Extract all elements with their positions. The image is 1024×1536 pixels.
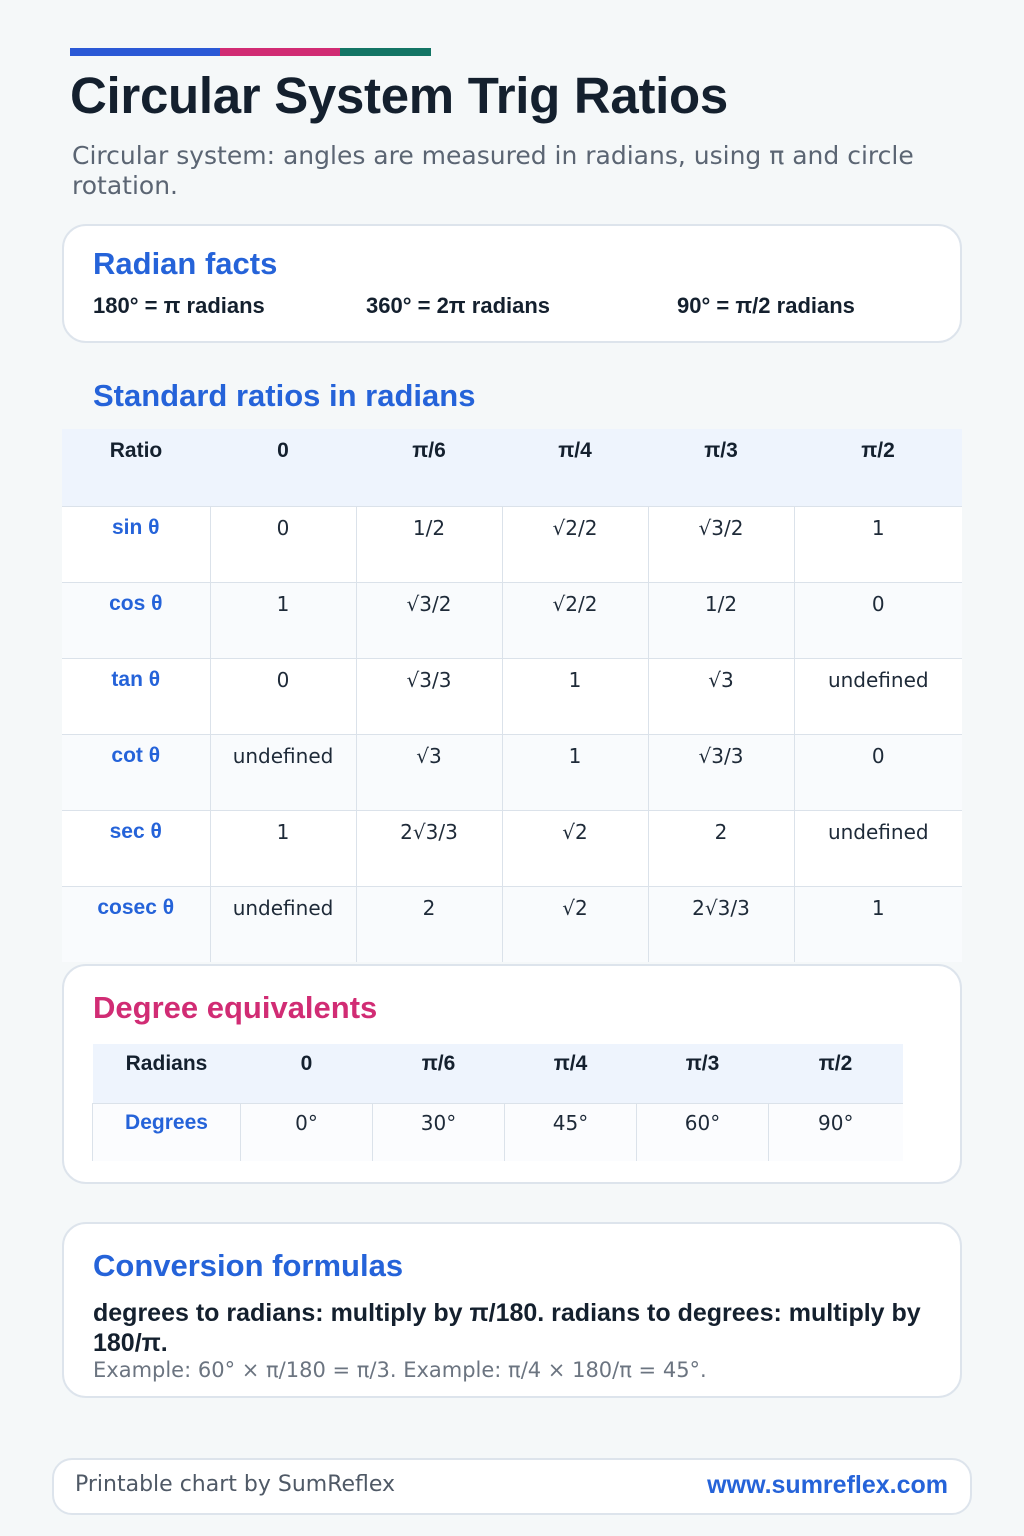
table-cell: 45° bbox=[504, 1102, 637, 1161]
table-cell: 2 bbox=[355, 885, 502, 962]
table-row: tan θ 0 √3/3 1 √3 undefined bbox=[62, 657, 962, 734]
footer: Printable chart by SumReflex www.sumrefl… bbox=[52, 1458, 972, 1515]
column-header: π/6 bbox=[372, 1044, 505, 1103]
standard-ratios-heading: Standard ratios in radians bbox=[93, 378, 476, 413]
conversion-formulas-card: Conversion formulas degrees to radians: … bbox=[62, 1222, 962, 1398]
table-cell: 0 bbox=[793, 581, 962, 658]
column-header: 0 bbox=[210, 429, 356, 506]
table-cell: √2 bbox=[501, 809, 648, 886]
column-header: π/3 bbox=[648, 429, 794, 506]
row-label: cos θ bbox=[62, 581, 210, 658]
fact-item: 180° = π radians bbox=[93, 293, 265, 318]
table-row: Degrees 0° 30° 45° 60° 90° bbox=[92, 1102, 903, 1161]
table-cell: √3 bbox=[355, 733, 502, 810]
table-cell: 1 bbox=[501, 657, 648, 734]
column-header: 0 bbox=[240, 1044, 373, 1103]
ratios-table: Ratio 0 π/6 π/4 π/3 π/2 sin θ 0 1/2 √2/2… bbox=[62, 429, 962, 962]
conversion-formulas-heading: Conversion formulas bbox=[93, 1248, 404, 1283]
table-cell: 2 bbox=[647, 809, 794, 886]
table-cell: 0 bbox=[209, 505, 356, 582]
table-cell: √3/2 bbox=[355, 581, 502, 658]
radian-facts-heading: Radian facts bbox=[93, 246, 278, 281]
table-cell: 0° bbox=[240, 1102, 373, 1161]
table-cell: undefined bbox=[209, 885, 356, 962]
fact-item: 90° = π/2 radians bbox=[677, 293, 855, 318]
column-header: π/2 bbox=[768, 1044, 903, 1103]
table-cell: √2/2 bbox=[501, 505, 648, 582]
accent-bar-blue bbox=[70, 48, 220, 56]
table-row: sin θ 0 1/2 √2/2 √3/2 1 bbox=[62, 505, 962, 582]
table-row: cos θ 1 √3/2 √2/2 1/2 0 bbox=[62, 581, 962, 658]
table-cell: 1 bbox=[501, 733, 648, 810]
table-cell: 0 bbox=[793, 733, 962, 810]
table-cell: 30° bbox=[372, 1102, 505, 1161]
table-cell: undefined bbox=[209, 733, 356, 810]
table-cell: 1/2 bbox=[647, 581, 794, 658]
table-cell: 1 bbox=[793, 885, 962, 962]
table-cell: √2 bbox=[501, 885, 648, 962]
table-cell: 2√3/3 bbox=[355, 809, 502, 886]
table-cell: √3/3 bbox=[647, 733, 794, 810]
table-cell: undefined bbox=[793, 657, 962, 734]
table-header-row: Ratio 0 π/6 π/4 π/3 π/2 bbox=[62, 429, 962, 506]
accent-bar-pink bbox=[220, 48, 340, 56]
table-cell: undefined bbox=[793, 809, 962, 886]
column-header: π/6 bbox=[356, 429, 502, 506]
degree-equivalents-heading: Degree equivalents bbox=[93, 990, 378, 1025]
table-cell: 60° bbox=[636, 1102, 769, 1161]
row-label: cosec θ bbox=[62, 885, 210, 962]
conversion-example: Example: 60° × π/180 = π/3. Example: π/4… bbox=[93, 1358, 707, 1382]
column-header: π/3 bbox=[636, 1044, 769, 1103]
row-label: sec θ bbox=[62, 809, 210, 886]
conversion-text: degrees to radians: multiply by π/180. r… bbox=[93, 1299, 921, 1357]
accent-bars bbox=[70, 48, 431, 56]
row-label: sin θ bbox=[62, 505, 210, 582]
degrees-table: Radians 0 π/6 π/4 π/3 π/2 Degrees 0° 30°… bbox=[92, 1044, 903, 1161]
table-cell: 1 bbox=[209, 581, 356, 658]
column-header: π/2 bbox=[794, 429, 962, 506]
table-row: sec θ 1 2√3/3 √2 2 undefined bbox=[62, 809, 962, 886]
table-cell: √3/2 bbox=[647, 505, 794, 582]
row-label: Degrees bbox=[92, 1102, 241, 1161]
table-cell: 90° bbox=[768, 1102, 903, 1161]
column-header: Radians bbox=[92, 1044, 241, 1103]
footer-link[interactable]: www.sumreflex.com bbox=[707, 1471, 948, 1500]
table-cell: √3 bbox=[647, 657, 794, 734]
row-label: tan θ bbox=[62, 657, 210, 734]
table-cell: 1 bbox=[793, 505, 962, 582]
table-row: cosec θ undefined 2 √2 2√3/3 1 bbox=[62, 885, 962, 962]
table-cell: 1 bbox=[209, 809, 356, 886]
page-subtitle: Circular system: angles are measured in … bbox=[72, 141, 914, 200]
table-header-row: Radians 0 π/6 π/4 π/3 π/2 bbox=[92, 1044, 903, 1103]
table-cell: 1/2 bbox=[355, 505, 502, 582]
table-cell: √3/3 bbox=[355, 657, 502, 734]
radian-facts-card: Radian facts 180° = π radians 360° = 2π … bbox=[62, 224, 962, 343]
accent-bar-teal bbox=[340, 48, 431, 56]
table-cell: 2√3/3 bbox=[647, 885, 794, 962]
table-row: cot θ undefined √3 1 √3/3 0 bbox=[62, 733, 962, 810]
column-header: π/4 bbox=[502, 429, 648, 506]
degree-equivalents-card: Degree equivalents Radians 0 π/6 π/4 π/3… bbox=[62, 964, 962, 1184]
fact-item: 360° = 2π radians bbox=[366, 293, 551, 318]
column-header: Ratio bbox=[62, 429, 210, 506]
page-title: Circular System Trig Ratios bbox=[70, 67, 728, 124]
column-header: π/4 bbox=[504, 1044, 637, 1103]
table-cell: √2/2 bbox=[501, 581, 648, 658]
row-label: cot θ bbox=[62, 733, 210, 810]
table-cell: 0 bbox=[209, 657, 356, 734]
footer-credit: Printable chart by SumReflex bbox=[75, 1472, 396, 1497]
